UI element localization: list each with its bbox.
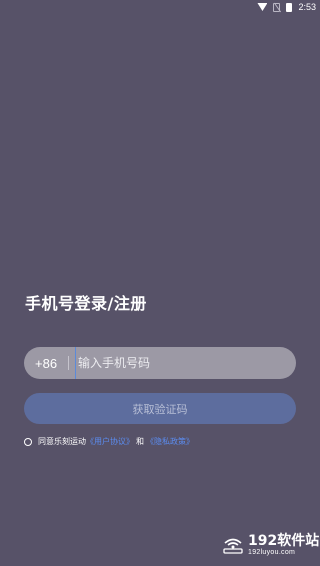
watermark-url: 192luyou.com <box>248 549 296 556</box>
country-code-selector[interactable]: +86 <box>24 356 64 371</box>
watermark: 192软件站 192luyou.com <box>222 530 320 560</box>
status-time: 2:53 <box>298 2 316 12</box>
agreement-and: 和 <box>136 437 144 446</box>
phone-input-row[interactable]: +86 <box>24 347 296 379</box>
phone-number-input[interactable] <box>75 347 296 379</box>
watermark-title: 192软件站 <box>248 533 320 549</box>
agreement-prefix: 同意乐刻运动 <box>38 437 86 446</box>
page-title: 手机号登录/注册 <box>25 294 147 313</box>
divider <box>68 356 69 370</box>
get-verification-code-button[interactable]: 获取验证码 <box>24 393 296 424</box>
wifi-icon <box>257 3 268 11</box>
battery-icon <box>286 2 293 12</box>
agreement-row: 同意乐刻运动 《用户协议》 和 《隐私政策》 <box>24 436 194 447</box>
router-icon <box>223 538 243 554</box>
no-sim-icon <box>273 2 281 12</box>
agree-checkbox[interactable] <box>24 437 32 446</box>
status-bar: 2:53 <box>0 0 320 14</box>
user-agreement-link[interactable]: 《用户协议》 <box>86 436 134 447</box>
privacy-policy-link[interactable]: 《隐私政策》 <box>146 436 194 447</box>
